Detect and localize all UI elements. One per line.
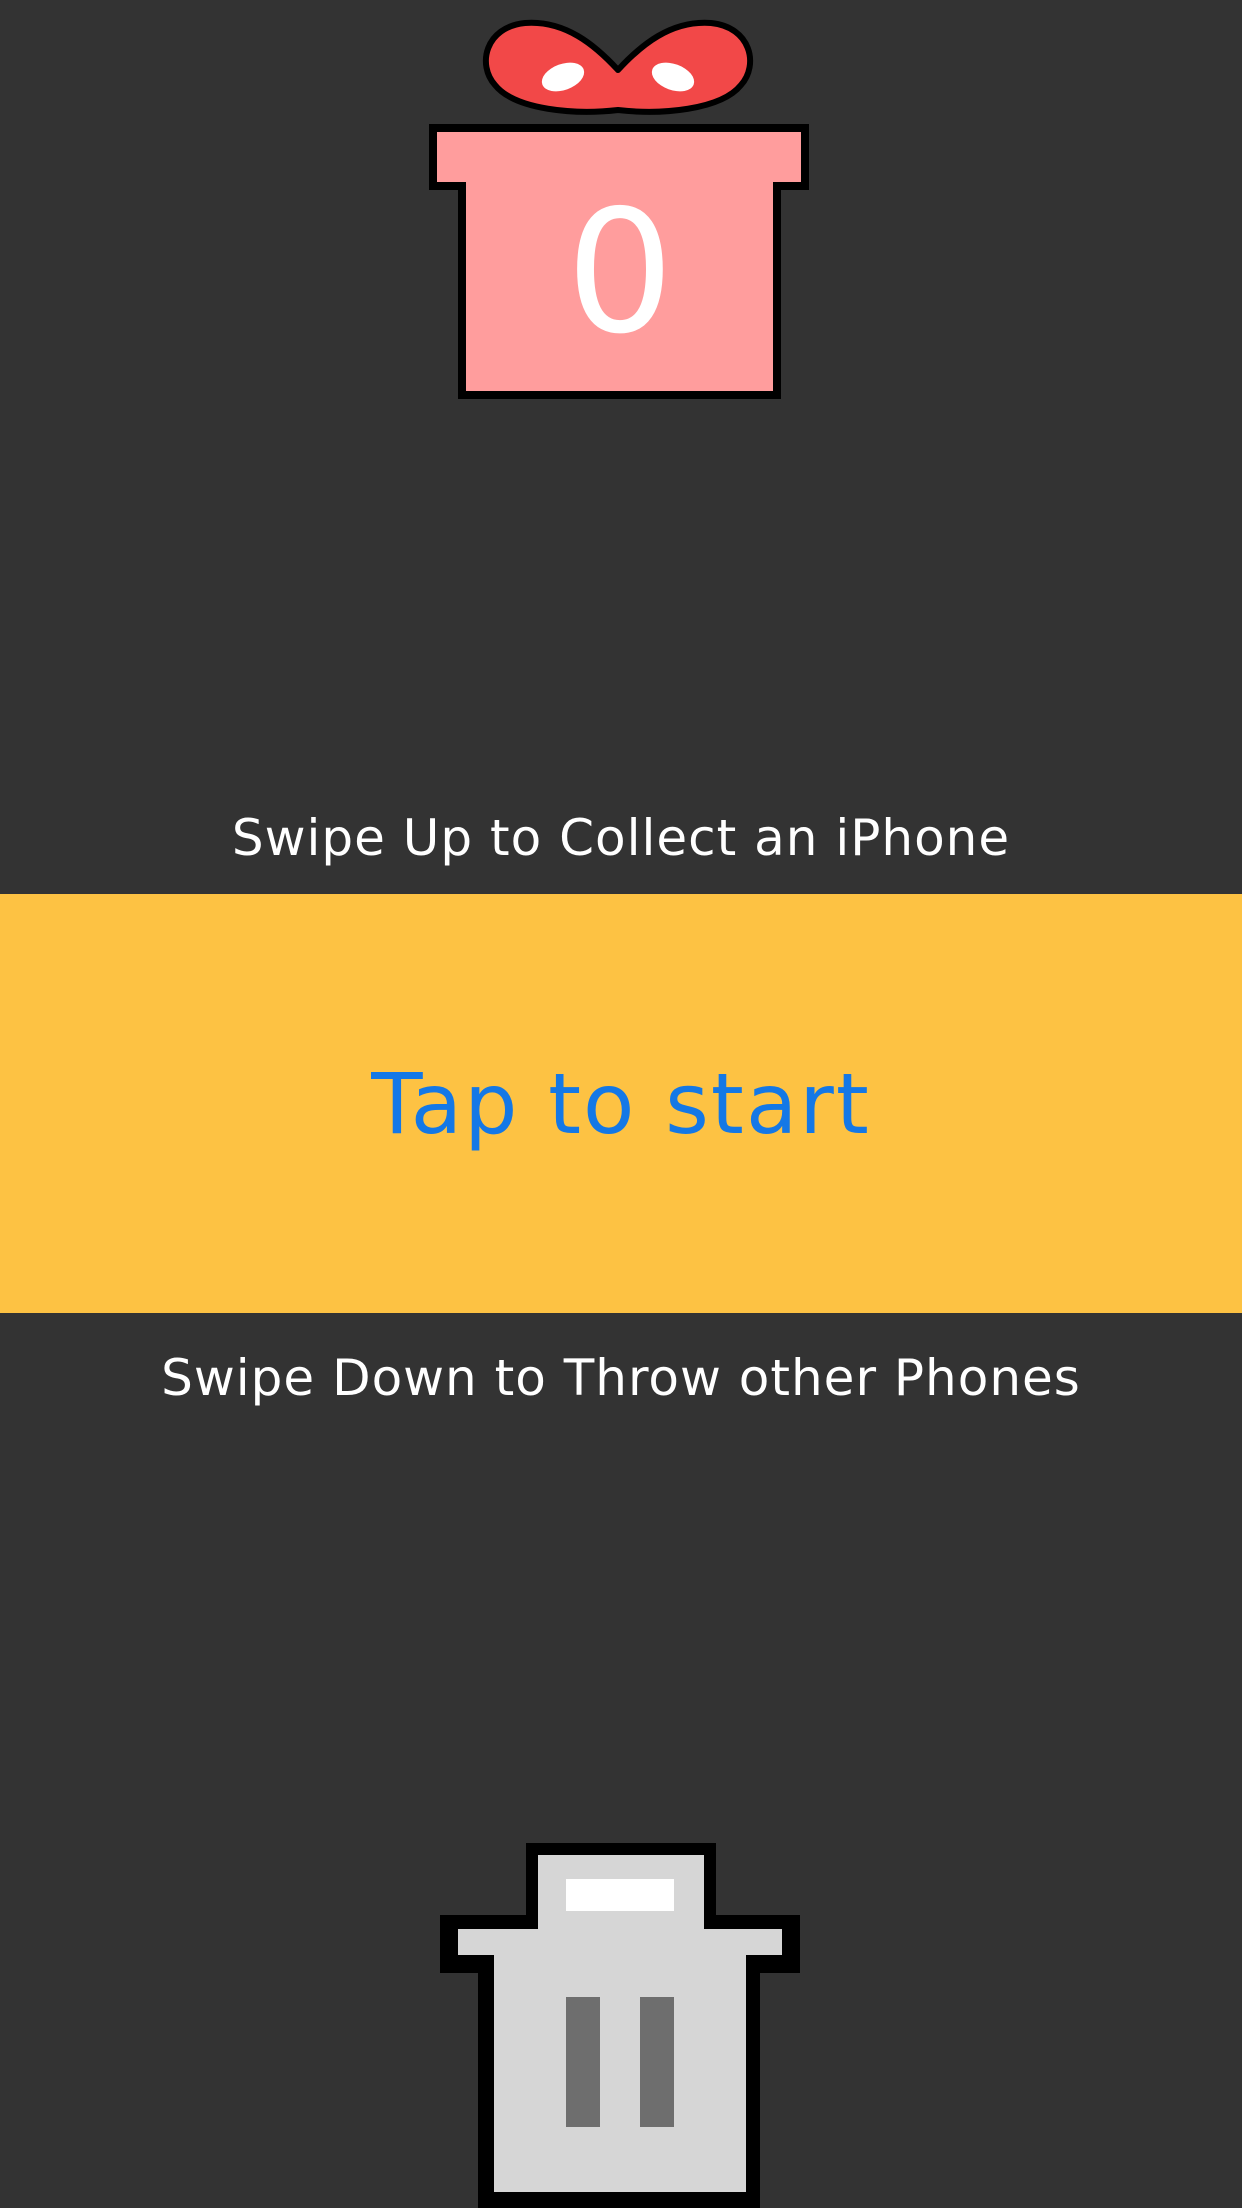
start-label: Tap to start xyxy=(371,1054,871,1153)
trash-icon xyxy=(440,1843,800,2208)
score-counter: 0 xyxy=(565,173,675,372)
game-screen[interactable]: 0 Swipe Up to Collect an iPhone Tap to s… xyxy=(0,0,1242,2208)
swipe-up-hint: Swipe Up to Collect an iPhone xyxy=(231,809,1011,867)
start-button[interactable]: Tap to start xyxy=(0,894,1242,1313)
swipe-down-hint: Swipe Down to Throw other Phones xyxy=(161,1349,1081,1407)
